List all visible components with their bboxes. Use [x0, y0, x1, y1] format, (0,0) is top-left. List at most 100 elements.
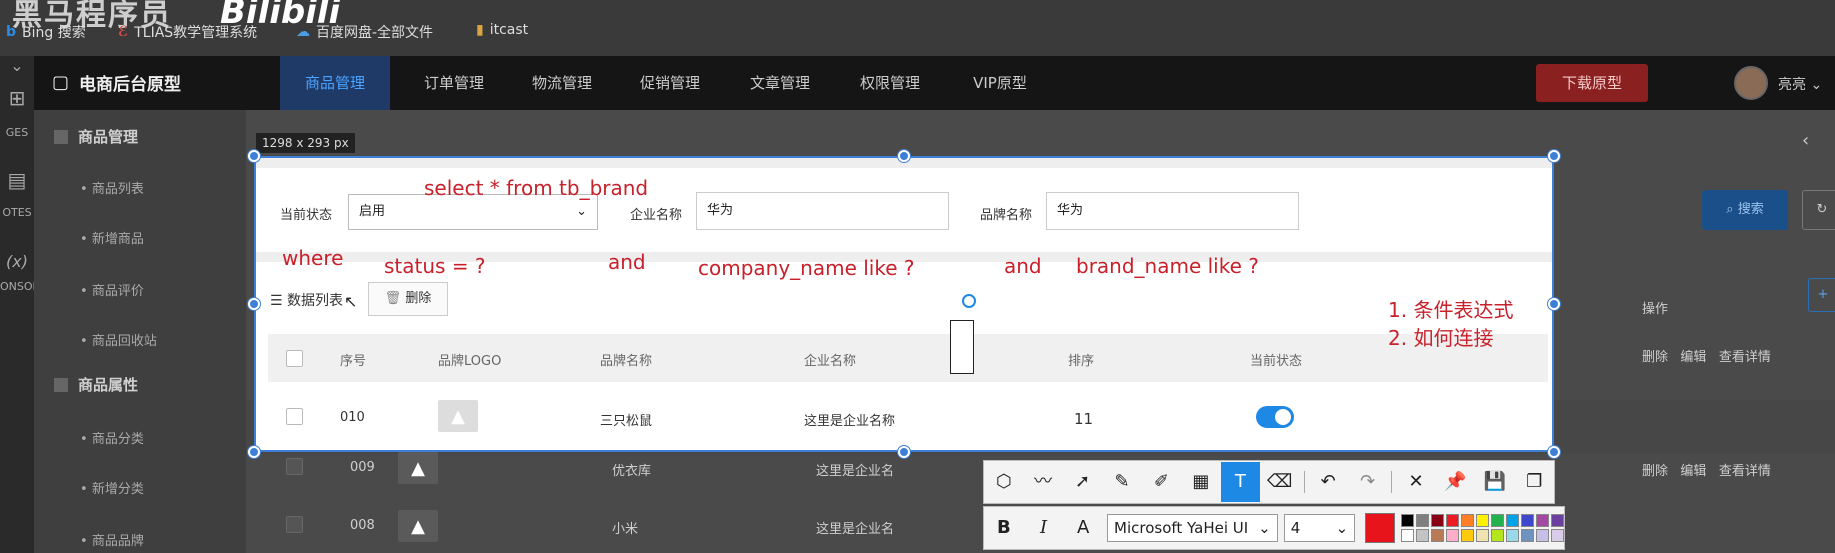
- bookmark-tlias[interactable]: ℰ TLIAS教学管理系统: [118, 22, 257, 42]
- color-swatch[interactable]: [1416, 529, 1429, 542]
- bookmark-itcast[interactable]: ▮ itcast: [476, 22, 528, 38]
- select-all-checkbox[interactable]: [286, 350, 303, 367]
- color-swatch[interactable]: [1401, 514, 1414, 527]
- nav-promotion[interactable]: 促销管理: [620, 56, 720, 110]
- sidebar-section-attributes[interactable]: 商品属性: [54, 374, 138, 395]
- color-swatch[interactable]: [1506, 514, 1519, 527]
- sidebar-item-new-goods[interactable]: • 新增商品: [80, 228, 144, 247]
- save-icon[interactable]: 💾: [1475, 462, 1514, 502]
- row-checkbox[interactable]: [286, 458, 303, 475]
- nav-logistics[interactable]: 物流管理: [512, 56, 612, 110]
- color-swatch[interactable]: [1521, 514, 1534, 527]
- delete-link[interactable]: 删除: [1642, 464, 1668, 479]
- resize-handle[interactable]: [1548, 446, 1560, 458]
- delete-button[interactable]: 🗑 删除: [368, 282, 448, 316]
- eraser-icon[interactable]: ⌫: [1260, 462, 1299, 502]
- color-swatch[interactable]: [1551, 529, 1564, 542]
- close-icon[interactable]: ✕: [1396, 462, 1435, 502]
- sidebar-item-recycle[interactable]: • 商品回收站: [80, 330, 157, 349]
- col-seq: 序号: [340, 354, 367, 369]
- text-tool-icon[interactable]: T: [1220, 462, 1261, 502]
- resize-handle[interactable]: [1548, 298, 1560, 310]
- avatar[interactable]: [1734, 66, 1768, 100]
- chevron-down-icon: ⌄: [576, 204, 587, 219]
- color-swatch[interactable]: [1446, 514, 1459, 527]
- color-swatch[interactable]: [1461, 514, 1474, 527]
- bookmark-baidu-pan[interactable]: ☁ 百度网盘-全部文件: [296, 22, 433, 42]
- color-swatch[interactable]: [1491, 514, 1504, 527]
- view-detail-link[interactable]: 查看详情: [1719, 350, 1771, 365]
- nav-permissions[interactable]: 权限管理: [840, 56, 940, 110]
- current-color-swatch[interactable]: [1365, 513, 1395, 543]
- redo-icon[interactable]: ↷: [1348, 462, 1387, 502]
- sidebar-item-reviews[interactable]: • 商品评价: [80, 280, 144, 299]
- chevron-down-icon[interactable]: ⌄: [0, 56, 34, 75]
- color-swatch[interactable]: [1551, 514, 1564, 527]
- rail-label-variables[interactable]: (x): [0, 252, 34, 271]
- color-swatch[interactable]: [1536, 529, 1549, 542]
- color-swatch[interactable]: [1461, 529, 1474, 542]
- color-swatch[interactable]: [1536, 514, 1549, 527]
- brand-input[interactable]: 华为: [1046, 192, 1299, 230]
- highlighter-icon[interactable]: ✐: [1142, 462, 1181, 502]
- bookmark-bing[interactable]: b Bing 搜索: [6, 22, 86, 42]
- status-toggle[interactable]: [1256, 406, 1294, 428]
- row-checkbox[interactable]: [286, 516, 303, 533]
- color-swatch[interactable]: [1476, 529, 1489, 542]
- pin-icon[interactable]: 📌: [1436, 462, 1475, 502]
- capture-selection[interactable]: 当前状态 启用 ⌄ 企业名称 华为 品牌名称 华为 ☰ 数据列表 🗑 删除 ↖ …: [254, 156, 1554, 452]
- delete-link[interactable]: 删除: [1642, 350, 1668, 365]
- bold-icon[interactable]: B: [984, 508, 1024, 548]
- nav-orders[interactable]: 订单管理: [404, 56, 504, 110]
- row-checkbox[interactable]: [286, 408, 303, 425]
- arrow-icon[interactable]: ➚: [1063, 462, 1102, 502]
- shape-icon[interactable]: ⬡: [984, 462, 1023, 502]
- undo-icon[interactable]: ↶: [1308, 462, 1347, 502]
- font-family-select[interactable]: Microsoft YaHei UI ⌄: [1107, 514, 1278, 542]
- resize-handle[interactable]: [248, 298, 260, 310]
- sidebar-item-brands[interactable]: • 商品品牌: [80, 530, 144, 549]
- mosaic-icon[interactable]: ▦: [1181, 462, 1220, 502]
- sidebar-item-categories[interactable]: • 商品分类: [80, 428, 144, 447]
- sidebar-section-goods[interactable]: 商品管理: [54, 126, 138, 147]
- color-swatch[interactable]: [1491, 529, 1504, 542]
- copy-icon[interactable]: ❐: [1515, 462, 1554, 502]
- color-swatch[interactable]: [1476, 514, 1489, 527]
- color-swatch[interactable]: [1431, 529, 1444, 542]
- add-button[interactable]: +: [1808, 278, 1835, 312]
- download-prototype-button[interactable]: 下载原型: [1536, 64, 1648, 102]
- resize-handle[interactable]: [898, 150, 910, 162]
- pen-icon[interactable]: ✎: [1102, 462, 1141, 502]
- freehand-line-icon[interactable]: 〰: [1023, 462, 1062, 502]
- color-swatch[interactable]: [1521, 529, 1534, 542]
- search-button[interactable]: ⌕ 搜索: [1702, 190, 1788, 230]
- view-detail-link[interactable]: 查看详情: [1719, 464, 1771, 479]
- refresh-button[interactable]: ↻: [1802, 190, 1835, 230]
- color-swatch[interactable]: [1446, 529, 1459, 542]
- sidebar-item-new-category[interactable]: • 新增分类: [80, 478, 144, 497]
- font-size-select[interactable]: 4 ⌄: [1283, 514, 1356, 542]
- user-name[interactable]: 亮亮 ⌄: [1778, 74, 1822, 94]
- cloud-icon: ☁: [296, 24, 310, 40]
- color-swatch[interactable]: [1416, 514, 1429, 527]
- resize-handle[interactable]: [248, 150, 260, 162]
- row-company: 这里是企业名: [816, 522, 895, 537]
- color-swatch[interactable]: [1506, 529, 1519, 542]
- chevron-left-icon[interactable]: ‹: [1802, 130, 1809, 151]
- edit-link[interactable]: 编辑: [1680, 464, 1706, 479]
- color-swatch[interactable]: [1401, 529, 1414, 542]
- nav-vip[interactable]: VIP原型: [950, 56, 1050, 110]
- outline-text-icon[interactable]: A: [1063, 508, 1103, 548]
- resize-handle[interactable]: [898, 446, 910, 458]
- nav-goods[interactable]: 商品管理: [280, 56, 390, 110]
- company-input[interactable]: 华为: [696, 192, 949, 230]
- italic-icon[interactable]: I: [1024, 508, 1064, 548]
- sitemap-icon[interactable]: ⊞: [0, 86, 34, 110]
- resize-handle[interactable]: [248, 446, 260, 458]
- nav-articles[interactable]: 文章管理: [730, 56, 830, 110]
- edit-link[interactable]: 编辑: [1680, 350, 1706, 365]
- color-swatch[interactable]: [1431, 514, 1444, 527]
- resize-handle[interactable]: [1548, 150, 1560, 162]
- sidebar-item-goods-list[interactable]: • 商品列表: [80, 178, 144, 197]
- notes-icon[interactable]: ▤: [0, 168, 34, 192]
